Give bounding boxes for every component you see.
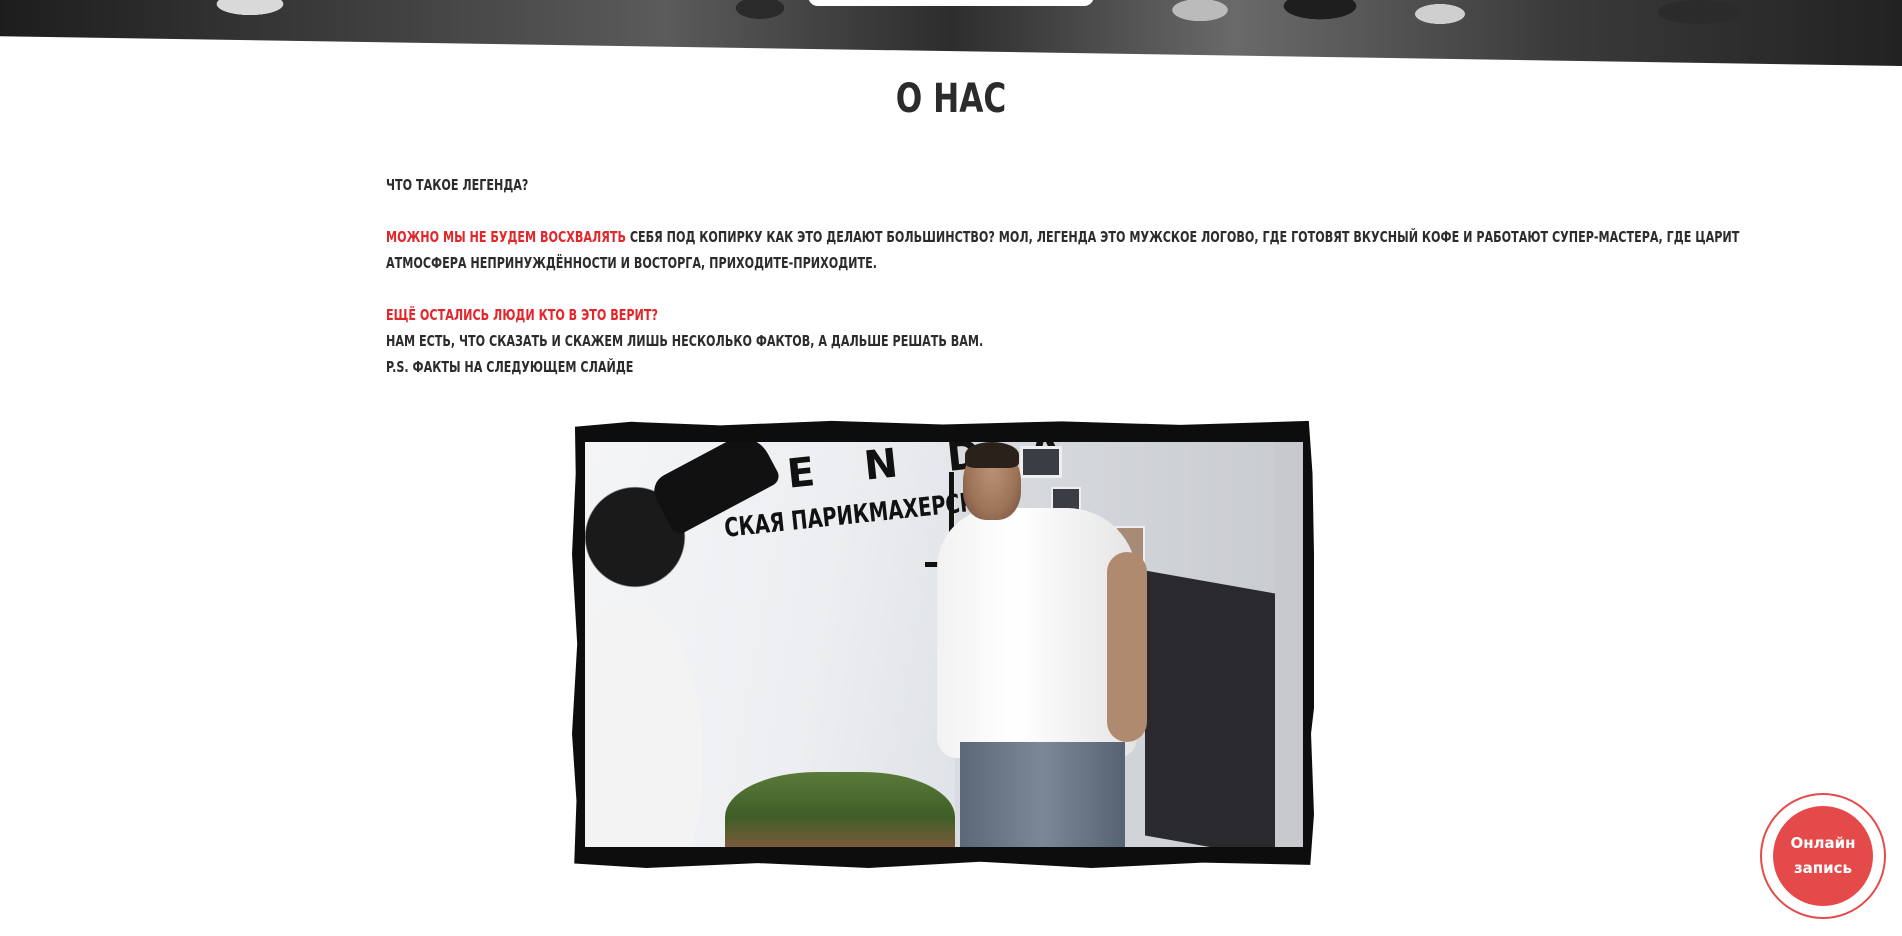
about-highlight-1: МОЖНО МЫ НЕ БУДЕМ ВОСХВАЛЯТЬ [386,228,626,246]
about-text: ЧТО ТАКОЕ ЛЕГЕНДА? МОЖНО МЫ НЕ БУДЕМ ВОС… [386,172,1739,380]
section-title: О НАС [895,76,1007,122]
about-paragraph-2-line-2: НАМ ЕСТЬ, ЧТО СКАЗАТЬ И СКАЖЕМ ЛИШЬ НЕСК… [386,332,984,350]
about-paragraph-1-line-2: АТМОСФЕРА НЕПРИНУЖДЁННОСТИ И ВОСТОРГА, П… [386,254,877,272]
about-question: ЧТО ТАКОЕ ЛЕГЕНДА? [386,176,529,194]
about-paragraph-1-text: СЕБЯ ПОД КОПИРКУ КАК ЭТО ДЕЛАЮТ БОЛЬШИНС… [625,228,1740,246]
video-still-image[interactable]: E N D A СКАЯ ПАРИКМАХЕРСКАЯ [585,442,1303,847]
hero-photo-strip [0,0,1902,66]
hero-button-edge[interactable] [808,0,1094,6]
about-paragraph-1-line-1: МОЖНО МЫ НЕ БУДЕМ ВОСХВАЛЯТЬ СЕБЯ ПОД КО… [386,224,1739,250]
online-booking-line-1: Онлайн [1790,834,1856,852]
page: О НАС ЧТО ТАКОЕ ЛЕГЕНДА? МОЖНО МЫ НЕ БУД… [0,0,1902,936]
online-booking-button[interactable]: Онлайн запись [1773,806,1873,906]
about-paragraph-2-line-3: P.S. ФАКТЫ НА СЛЕДУЮЩЕМ СЛАЙДЕ [386,358,634,376]
about-highlight-2: ЕЩЁ ОСТАЛИСЬ ЛЮДИ КТО В ЭТО ВЕРИТ? [386,306,658,324]
online-booking-line-2: запись [1793,859,1853,877]
about-video[interactable]: E N D A СКАЯ ПАРИКМАХЕРСКАЯ [572,420,1314,868]
